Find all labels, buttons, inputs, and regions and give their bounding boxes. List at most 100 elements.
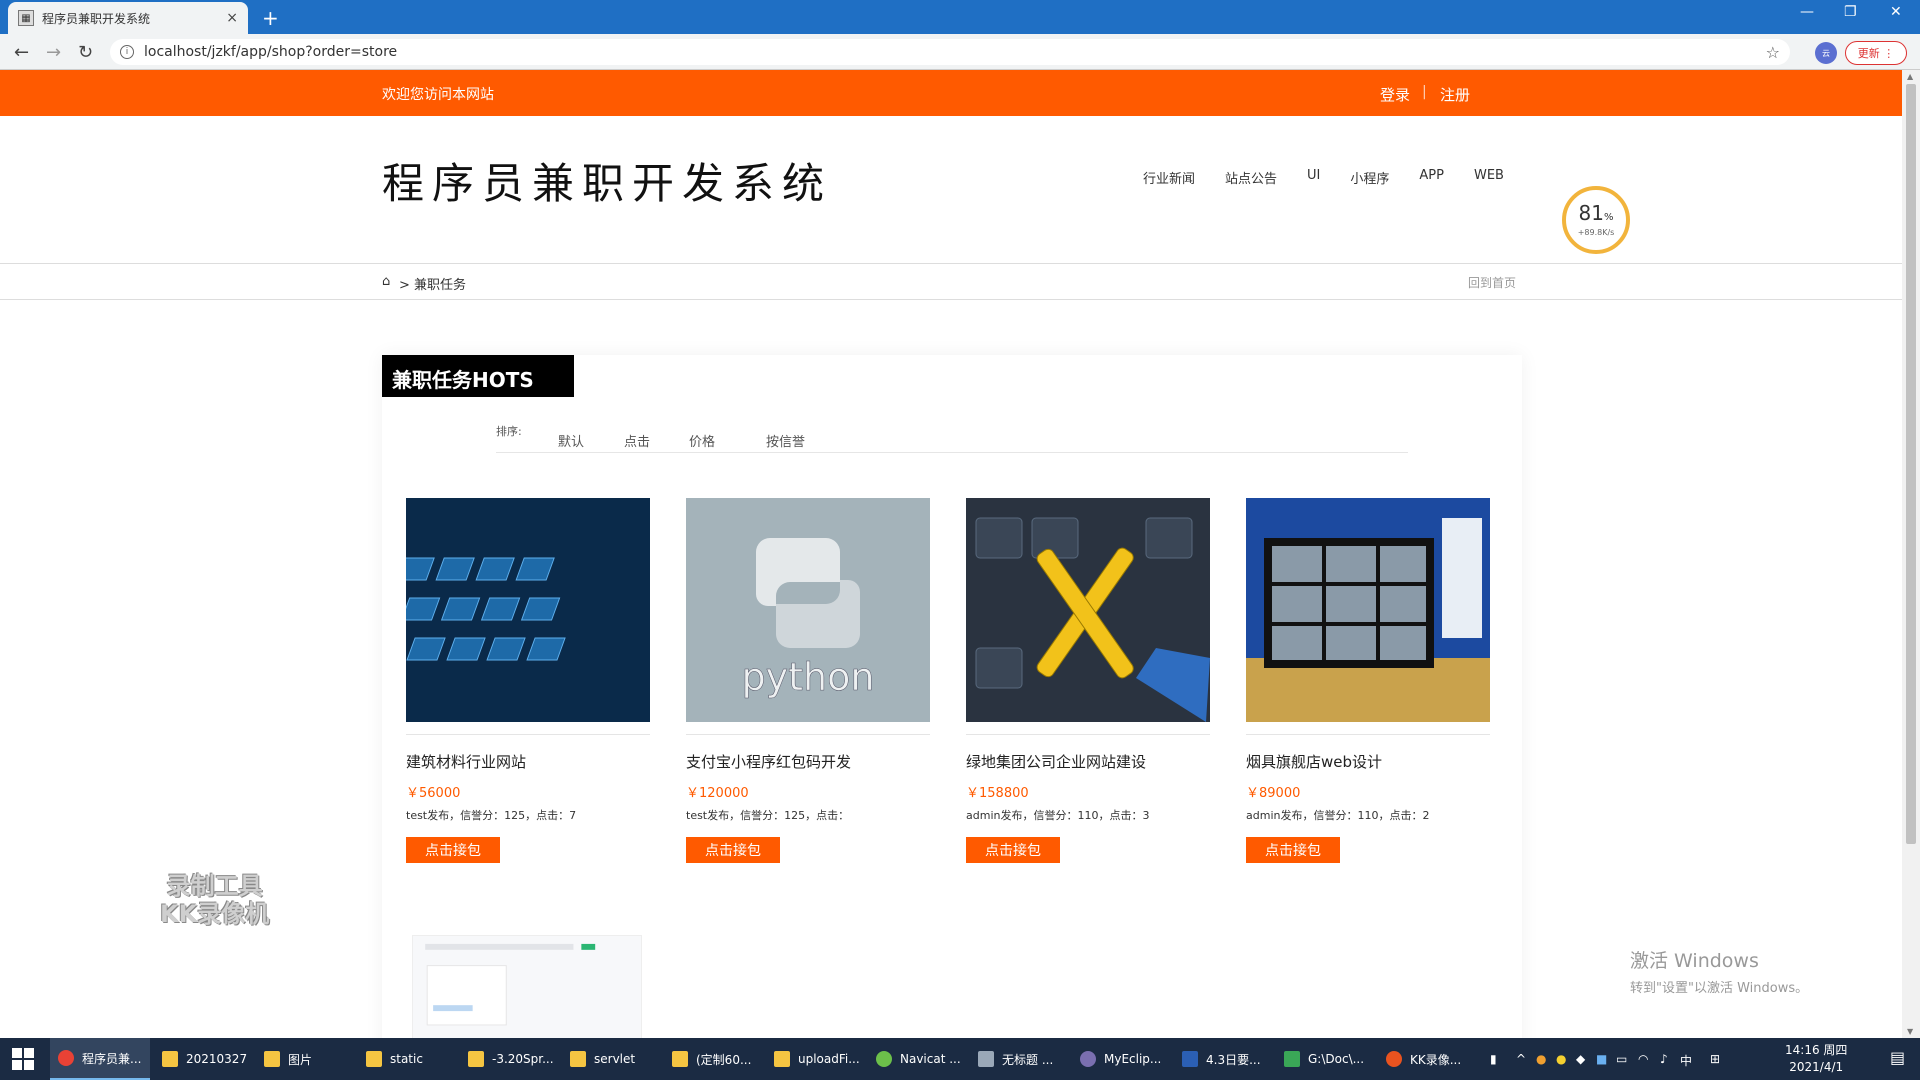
folder-icon (264, 1051, 280, 1067)
sort-bar: 排序: 默认 点击 价格 按信誉 (496, 423, 1408, 453)
scroll-down-icon[interactable]: ▼ (1907, 1027, 1913, 1036)
taskbar-item-navicat[interactable]: Navicat ... (868, 1038, 968, 1080)
register-link[interactable]: 注册 (1440, 84, 1470, 105)
nav-item-announcements[interactable]: 站点公告 (1225, 168, 1277, 187)
task-title[interactable]: 烟具旗舰店web设计 (1246, 751, 1490, 772)
taskbar-clock[interactable]: 14:16 周四 2021/4/1 (1785, 1042, 1847, 1076)
folder-icon (774, 1051, 790, 1067)
windows-start-icon[interactable] (12, 1048, 34, 1070)
page-viewport: 欢迎您访问本网站 登录 | 注册 程序员兼职开发系统 行业新闻 站点公告 UI … (0, 70, 1902, 1038)
browser-tabstrip: ▦ 程序员兼职开发系统 × + — ❐ ✕ (0, 0, 1920, 34)
gauge-percent: 81 (1578, 201, 1604, 225)
tray-app-icon[interactable]: ● (1536, 1052, 1546, 1066)
take-task-button[interactable]: 点击接包 (1246, 837, 1340, 863)
browser-tab[interactable]: ▦ 程序员兼职开发系统 × (8, 2, 248, 34)
sort-default[interactable]: 默认 (558, 431, 584, 450)
back-icon[interactable]: ← (14, 42, 29, 63)
nav-item-ui[interactable]: UI (1307, 168, 1320, 187)
reload-icon[interactable]: ↻ (78, 42, 93, 63)
taskbar-item-notepad[interactable]: G:\Doc\... (1276, 1038, 1376, 1080)
taskbar-item-folder[interactable]: (定制60... (664, 1038, 764, 1080)
taskbar-item-chrome[interactable]: 程序员兼... (50, 1038, 150, 1080)
tray-app-icon[interactable]: ■ (1596, 1052, 1607, 1066)
sort-label: 排序: (496, 425, 522, 438)
task-image-python-logo[interactable]: python (686, 498, 930, 722)
task-title[interactable]: 建筑材料行业网站 (406, 751, 650, 772)
taskbar-item-myeclipse[interactable]: MyEclip... (1072, 1038, 1172, 1080)
back-home-link[interactable]: 回到首页 (1468, 274, 1516, 291)
tab-close-icon[interactable]: × (226, 10, 238, 26)
site-info-icon[interactable]: i (120, 45, 134, 59)
tray-app-icon[interactable]: ● (1556, 1052, 1566, 1066)
folder-icon (570, 1051, 586, 1067)
tray-app-icon[interactable]: ▭ (1616, 1052, 1627, 1066)
task-title[interactable]: 支付宝小程序红包码开发 (686, 751, 930, 772)
sort-clicks[interactable]: 点击 (624, 431, 650, 450)
task-title[interactable]: 绿地集团公司企业网站建设 (966, 751, 1210, 772)
nav-item-app[interactable]: APP (1419, 168, 1444, 187)
volume-icon[interactable]: ♪ (1660, 1052, 1668, 1066)
task-card: 建筑材料行业网站 ￥56000 test发布，信誉分：125，点击：7 点击接包 (406, 498, 650, 863)
windows-taskbar: 程序员兼... 20210327 图片 static -3.20Spr... s… (0, 1038, 1920, 1080)
taskbar-item-kk-recorder[interactable]: KK录像... (1378, 1038, 1478, 1080)
nav-item-mini-program[interactable]: 小程序 (1350, 168, 1389, 187)
minimize-icon[interactable]: — (1800, 4, 1814, 20)
taskbar-item-folder[interactable]: servlet (562, 1038, 662, 1080)
sort-reputation[interactable]: 按信誉 (766, 431, 805, 450)
window-close-icon[interactable]: ✕ (1890, 4, 1902, 20)
new-tab-button[interactable]: + (262, 6, 279, 30)
taskbar-item-folder[interactable]: 图片 (256, 1038, 356, 1080)
taskbar-item-label: MyEclip... (1104, 1052, 1162, 1066)
topbar-separator: | (1422, 84, 1427, 100)
wifi-icon[interactable]: ◠ (1638, 1052, 1648, 1066)
tray-app-icon[interactable]: ◆ (1576, 1052, 1585, 1066)
taskbar-item-paint[interactable]: 无标题 ... (970, 1038, 1070, 1080)
network-speed-gauge[interactable]: 81% +89.8K/s (1562, 186, 1630, 254)
page-scrollbar[interactable]: ▲ ▼ (1902, 70, 1920, 1038)
home-icon[interactable]: ⌂ (382, 274, 390, 289)
task-image-keyboard-tools[interactable] (966, 498, 1210, 722)
page-favicon-icon: ▦ (18, 10, 34, 26)
card-divider (1246, 734, 1490, 735)
take-task-button[interactable]: 点击接包 (406, 837, 500, 863)
restore-icon[interactable]: ❐ (1844, 4, 1857, 20)
taskbar-item-label: 20210327 (186, 1052, 248, 1066)
taskbar-item-folder[interactable]: 20210327 (154, 1038, 254, 1080)
profile-avatar[interactable]: 云 (1815, 42, 1837, 64)
update-button[interactable]: 更新 ⋮ (1845, 41, 1907, 65)
keyboard-icon[interactable]: ⊞ (1710, 1052, 1720, 1066)
task-image-partial[interactable] (412, 935, 642, 1038)
take-task-button[interactable]: 点击接包 (686, 837, 780, 863)
nav-item-industry-news[interactable]: 行业新闻 (1143, 168, 1195, 187)
taskbar-item-folder[interactable]: static (358, 1038, 458, 1080)
task-meta: test发布，信誉分：125，点击： (686, 809, 850, 822)
forward-icon[interactable]: → (46, 42, 61, 63)
taskbar-item-folder[interactable]: uploadFi... (766, 1038, 866, 1080)
scroll-up-icon[interactable]: ▲ (1907, 72, 1913, 81)
login-link[interactable]: 登录 (1380, 84, 1410, 105)
taskbar-item-folder[interactable]: -3.20Spr... (460, 1038, 560, 1080)
task-image-blue-keyboard[interactable] (406, 498, 650, 722)
notification-icon[interactable]: ▤ (1890, 1048, 1905, 1067)
nav-item-web[interactable]: WEB (1474, 168, 1504, 187)
url-field[interactable]: i localhost/jzkf/app/shop?order=store ☆ (110, 39, 1790, 65)
folder-icon (468, 1051, 484, 1067)
sort-price[interactable]: 价格 (689, 431, 715, 450)
taskbar-item-label: Navicat ... (900, 1052, 961, 1066)
main-nav: 行业新闻 站点公告 UI 小程序 APP WEB (1143, 168, 1534, 187)
chrome-icon (58, 1050, 74, 1066)
taskbar-item-label: 无标题 ... (1002, 1052, 1054, 1067)
scrollbar-thumb[interactable] (1906, 84, 1916, 844)
tray-expand-icon[interactable]: ^ (1516, 1052, 1526, 1066)
take-task-button[interactable]: 点击接包 (966, 837, 1060, 863)
bookmark-star-icon[interactable]: ☆ (1766, 43, 1780, 62)
task-card: 烟具旗舰店web设计 ￥89000 admin发布，信誉分：110，点击：2 点… (1246, 498, 1490, 863)
task-image-monitor-desk[interactable] (1246, 498, 1490, 722)
ime-indicator[interactable]: 中 (1680, 1052, 1692, 1069)
breadcrumb-current: > 兼职任务 (399, 278, 467, 293)
battery-icon[interactable]: ▮ (1490, 1052, 1497, 1066)
site-title[interactable]: 程序员兼职开发系统 (382, 150, 832, 211)
task-price: ￥120000 (686, 786, 749, 801)
taskbar-item-word[interactable]: 4.3日要... (1174, 1038, 1274, 1080)
gauge-percent-unit: % (1603, 212, 1614, 223)
